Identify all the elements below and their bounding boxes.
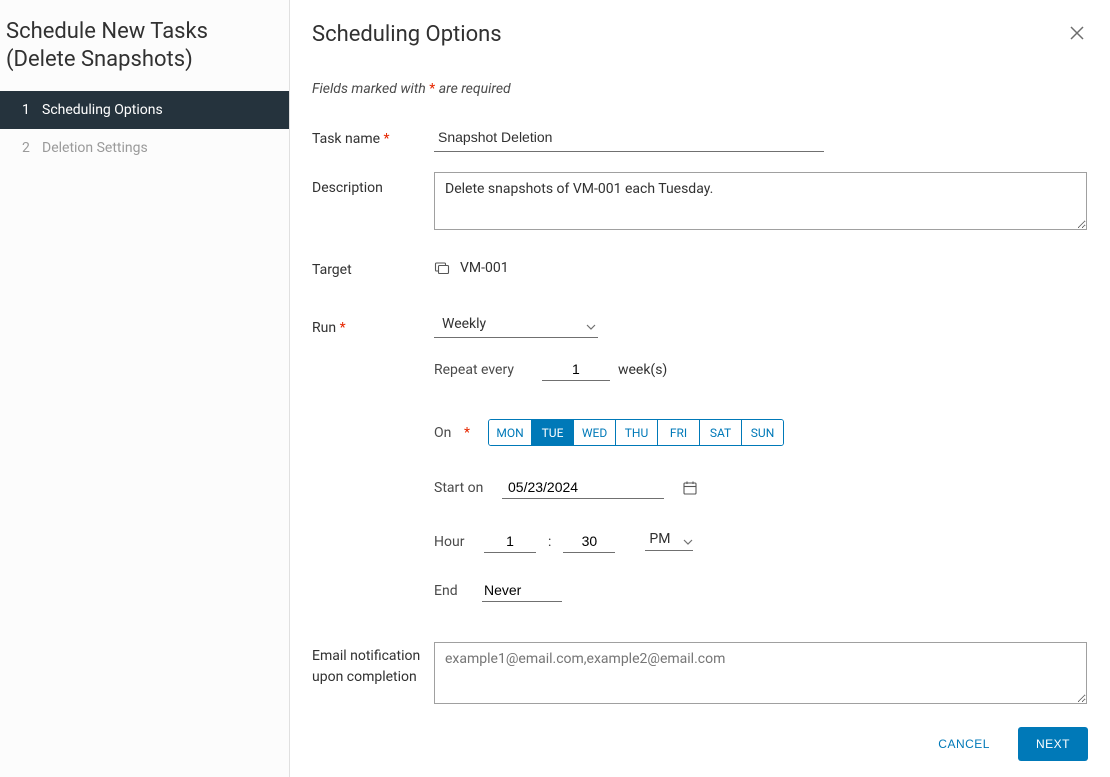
calendar-icon[interactable] bbox=[682, 480, 698, 496]
day-sat[interactable]: SAT bbox=[699, 420, 741, 445]
step-label: Deletion Settings bbox=[42, 140, 148, 156]
day-mon[interactable]: MON bbox=[489, 420, 531, 445]
repeat-label: Repeat every bbox=[434, 362, 514, 378]
target-label: Target bbox=[312, 254, 434, 278]
close-icon[interactable] bbox=[1064, 24, 1090, 45]
main-panel: Scheduling Options Fields marked with * … bbox=[290, 0, 1110, 777]
target-value: VM-001 bbox=[460, 260, 509, 276]
page-title: Scheduling Options bbox=[312, 22, 502, 47]
description-textarea[interactable]: Delete snapshots of VM-001 each Tuesday. bbox=[434, 172, 1087, 230]
hour-input[interactable] bbox=[484, 530, 536, 553]
step-label: Scheduling Options bbox=[42, 102, 163, 118]
wizard-sidebar: Schedule New Tasks (Delete Snapshots) 1 … bbox=[0, 0, 290, 777]
minute-input[interactable] bbox=[563, 530, 615, 553]
run-label: Run * bbox=[312, 312, 434, 602]
main-header: Scheduling Options bbox=[312, 22, 1092, 47]
email-label: Email notification upon completion bbox=[312, 642, 434, 708]
repeat-interval-input[interactable] bbox=[542, 358, 610, 381]
task-name-label: Task name * bbox=[312, 123, 434, 152]
wizard-steps: 1 Scheduling Options 2 Deletion Settings bbox=[0, 91, 289, 167]
end-label: End bbox=[434, 583, 474, 599]
vm-icon bbox=[434, 260, 450, 276]
day-wed[interactable]: WED bbox=[573, 420, 615, 445]
wizard-footer: CANCEL NEXT bbox=[312, 713, 1092, 777]
asterisk-icon: * bbox=[429, 81, 435, 97]
chevron-down-icon bbox=[586, 320, 594, 328]
on-label: On bbox=[434, 425, 456, 441]
cancel-button[interactable]: CANCEL bbox=[924, 727, 1004, 761]
end-input[interactable] bbox=[482, 579, 562, 602]
run-frequency-select[interactable]: Weekly bbox=[434, 312, 598, 338]
start-on-label: Start on bbox=[434, 480, 494, 496]
day-thu[interactable]: THU bbox=[615, 420, 657, 445]
day-sun[interactable]: SUN bbox=[741, 420, 783, 445]
email-textarea[interactable] bbox=[434, 642, 1087, 704]
wizard-title: Schedule New Tasks (Delete Snapshots) bbox=[0, 18, 289, 91]
description-label: Description bbox=[312, 172, 434, 234]
hour-label: Hour bbox=[434, 534, 474, 550]
ampm-select[interactable]: PM bbox=[645, 529, 693, 551]
repeat-unit: week(s) bbox=[618, 362, 667, 378]
step-number: 2 bbox=[22, 140, 42, 156]
next-button[interactable]: NEXT bbox=[1018, 727, 1088, 761]
day-fri[interactable]: FRI bbox=[657, 420, 699, 445]
start-date-input[interactable] bbox=[502, 476, 664, 499]
step-scheduling-options[interactable]: 1 Scheduling Options bbox=[0, 91, 289, 129]
step-deletion-settings[interactable]: 2 Deletion Settings bbox=[0, 129, 289, 167]
day-picker: MON TUE WED THU FRI SAT SUN bbox=[488, 419, 784, 446]
task-name-input[interactable] bbox=[434, 123, 824, 152]
required-note: Fields marked with * are required bbox=[312, 81, 1092, 97]
step-number: 1 bbox=[22, 102, 42, 118]
day-tue[interactable]: TUE bbox=[531, 420, 573, 445]
chevron-down-icon bbox=[683, 535, 691, 543]
